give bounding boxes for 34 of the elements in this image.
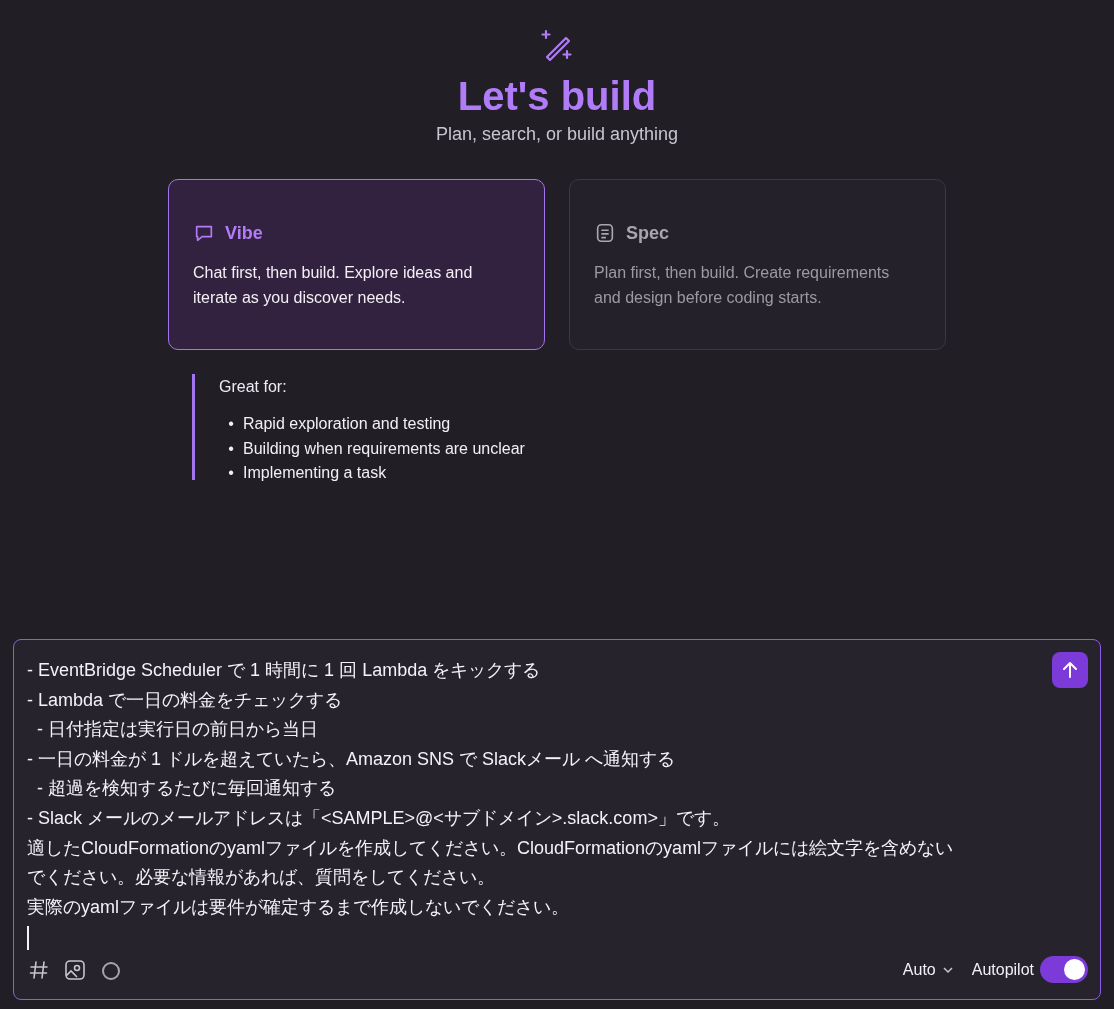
mode-title: Vibe: [225, 222, 263, 244]
magic-wand-icon: [540, 28, 574, 62]
prompt-text-line: 実際のyamlファイルは要件が確定するまで作成しないでください。: [27, 895, 569, 919]
prompt-input[interactable]: [13, 639, 1101, 1000]
prompt-text-line: でください。必要な情報があれば、質問をしてください。: [27, 866, 495, 890]
prompt-text-line: - 一日の料金が 1 ドルを超えていたら、Amazon SNS で Slackメール へ通知する: [27, 747, 676, 771]
page-title: Let's build: [457, 74, 657, 118]
bullet: •: [227, 414, 235, 434]
send-button[interactable]: [1052, 652, 1088, 688]
document-icon: [594, 222, 616, 244]
mode-description: Plan first, then build. Create requirements and design before coding starts.: [594, 263, 891, 308]
bullet: •: [227, 463, 235, 483]
prompt-text-line: - Slack メールのメールアドレスは「<SAMPLE>@<サブドメイン>.slack.com>」です。: [27, 806, 730, 830]
prompt-text-line: - Lambda で一日の料金をチェックする: [27, 688, 343, 712]
prompt-text-line: - 日付指定は実行日の前日から当日: [36, 718, 318, 742]
up-arrow-icon: [1060, 660, 1080, 680]
autopilot-toggle[interactable]: [1040, 956, 1088, 983]
details-heading: Great for:: [219, 378, 288, 396]
mode-description: Chat first, then build. Explore ideas and iterate as you discover needs.: [193, 263, 474, 308]
feature-item: Building when requirements are unclear: [243, 438, 525, 459]
prompt-text-line: 適したCloudFormationのyamlファイルを作成してください。CloudFormationのyamlファイルには絵文字を含めない: [27, 836, 954, 860]
image-icon[interactable]: [63, 957, 87, 982]
mode-title: Spec: [626, 222, 670, 244]
prompt-text-line: - 超過を検知するたびに毎回通知する: [36, 777, 336, 801]
bullet: •: [227, 438, 235, 459]
mode-card[interactable]: Spec Plan first, then build. Create requirements and design before coding starts.: [569, 179, 946, 350]
model-dropdown[interactable]: Auto: [902, 960, 954, 979]
mode-card[interactable]: Vibe Chat first, then build. Explore ideas and iterate as you discover needs.: [168, 179, 545, 350]
page-subtitle: Plan, search, or build anything: [435, 124, 679, 145]
feature-item: Implementing a task: [243, 463, 387, 483]
feature-item: Rapid exploration and testing: [243, 414, 451, 434]
text-cursor: [27, 926, 29, 951]
autopilot-label: Autopilot: [971, 960, 1034, 979]
prompt-text-line: - EventBridge Scheduler で 1 時間に 1 回 Lambda をキックする: [27, 659, 541, 682]
